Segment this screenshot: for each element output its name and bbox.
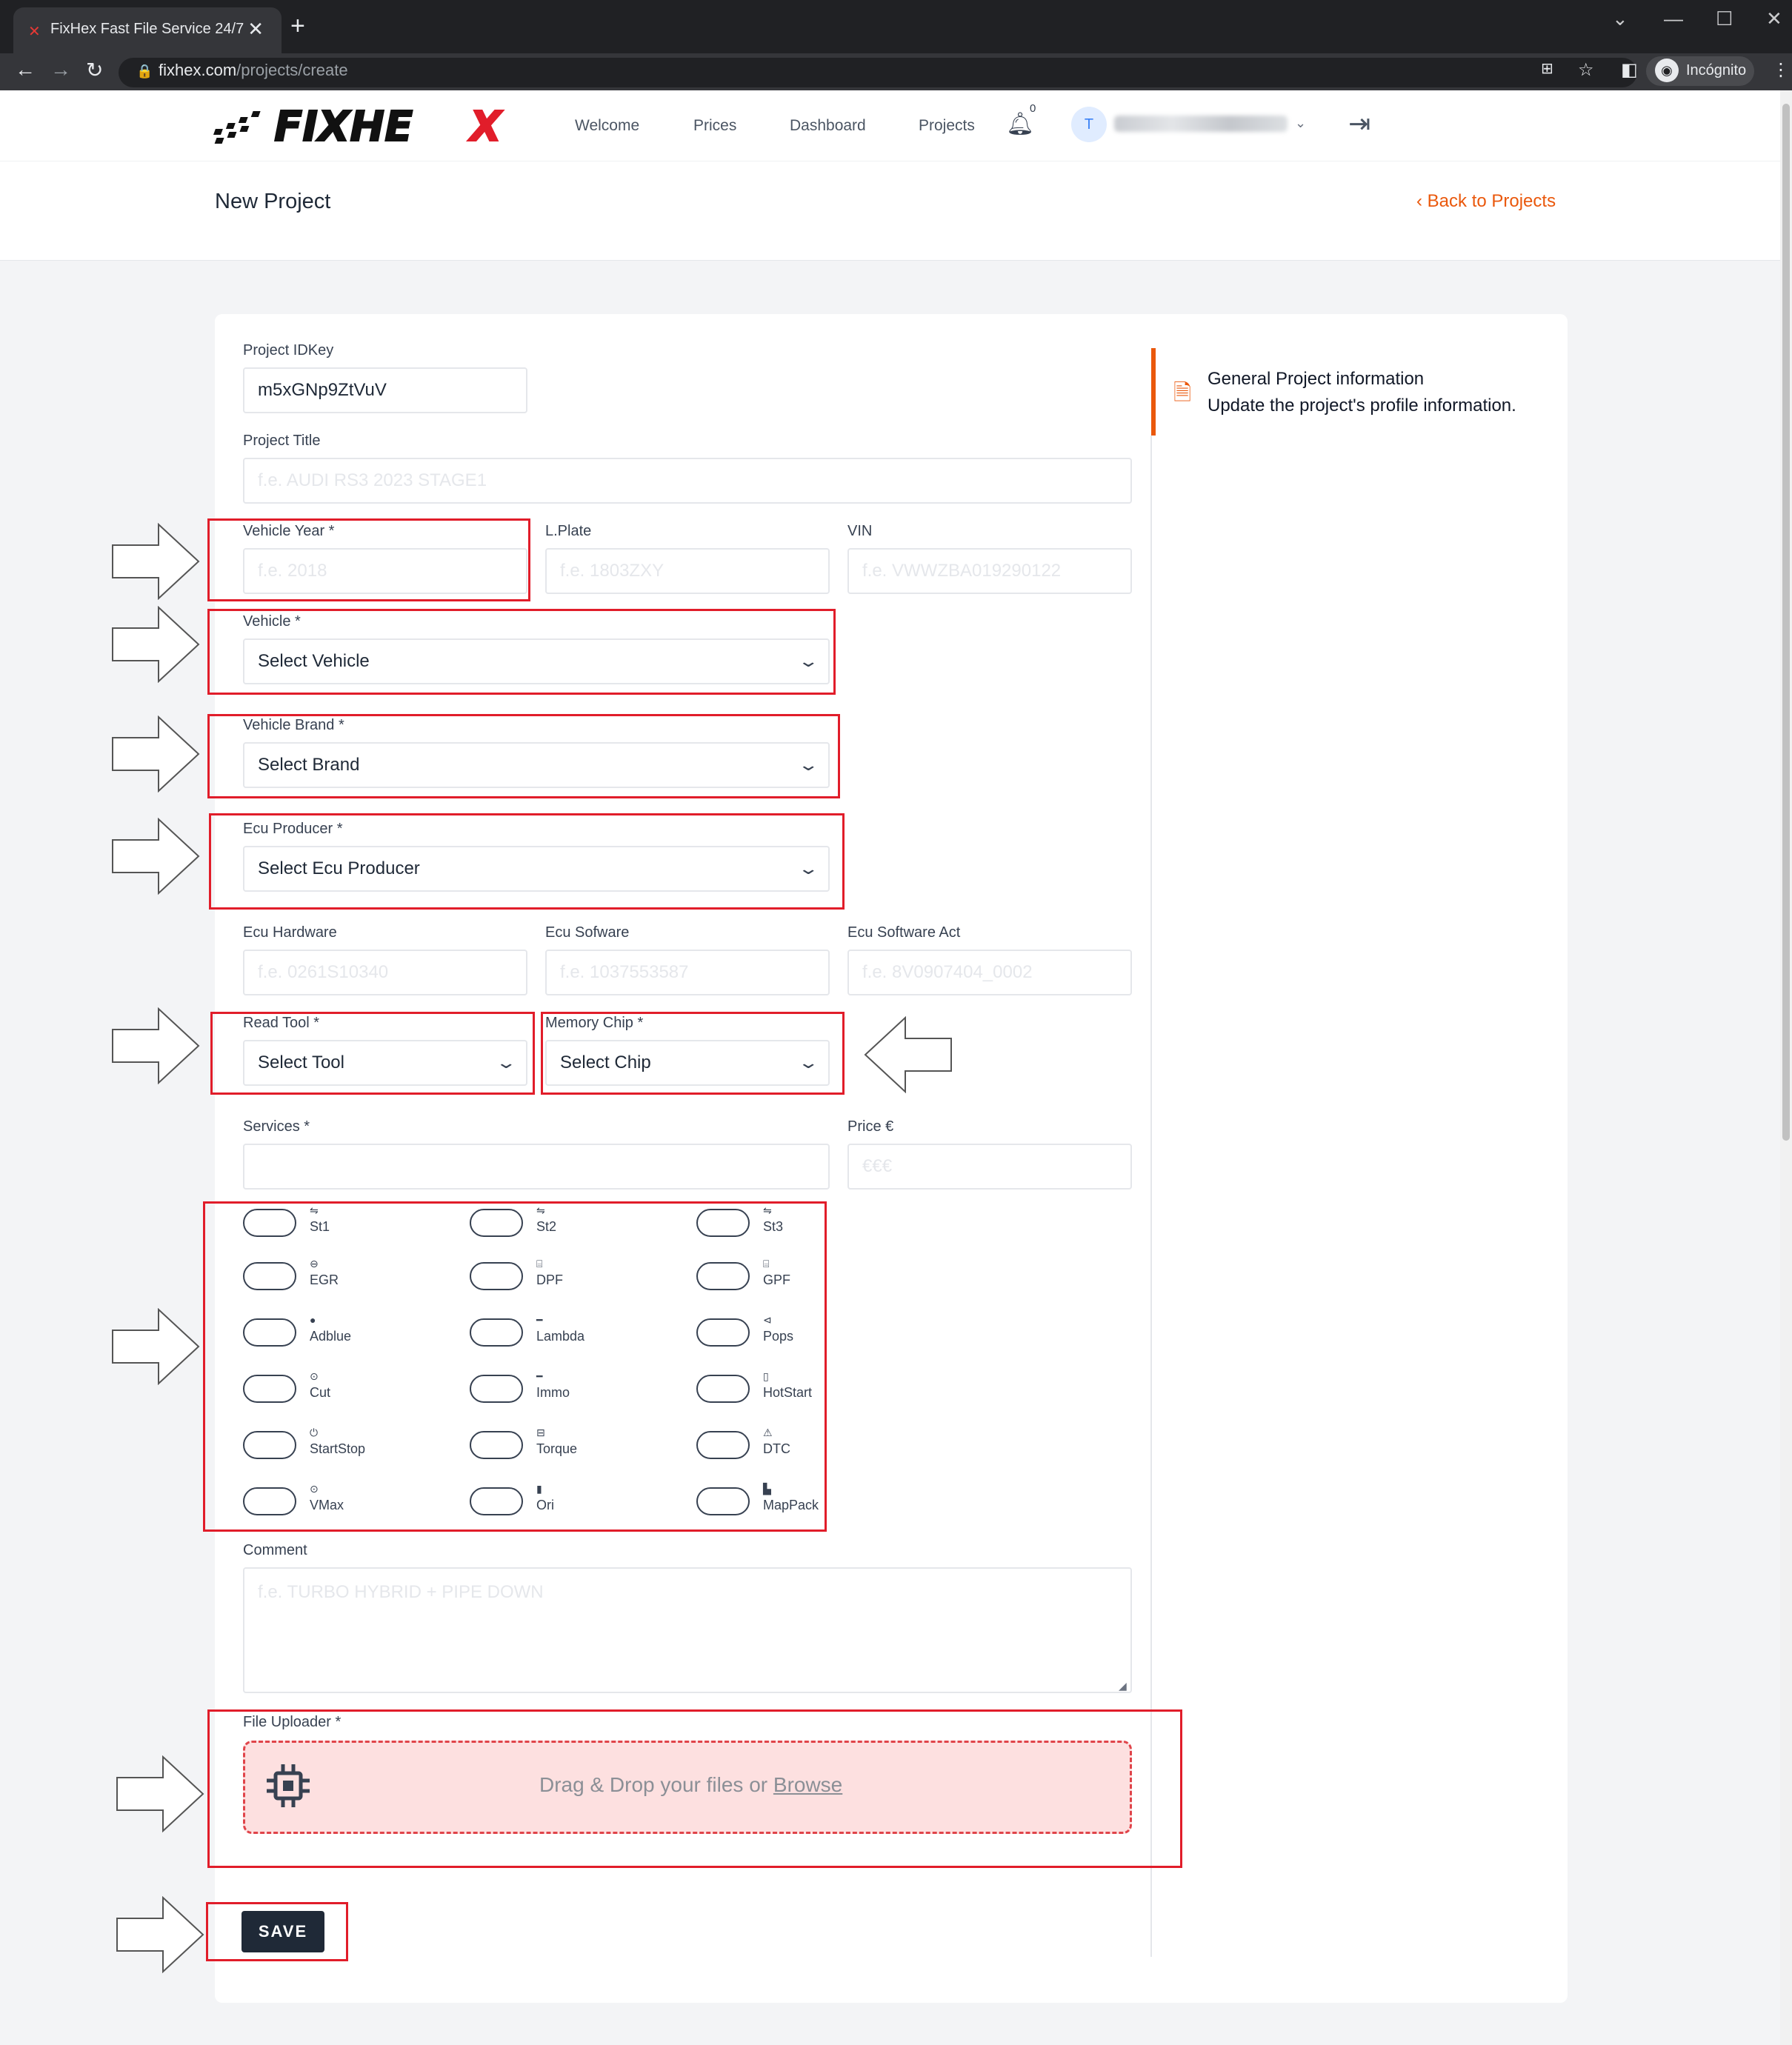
- svg-text:X: X: [467, 103, 504, 147]
- plate-input[interactable]: f.e. 1803ZXY: [545, 548, 830, 594]
- annotation-box-vehicle-year: [207, 518, 530, 601]
- star-icon[interactable]: ☆: [1578, 59, 1594, 81]
- annotation-box-vehicle: [207, 609, 836, 695]
- annotation-box-services: [203, 1201, 827, 1532]
- reload-icon[interactable]: ↻: [86, 58, 103, 82]
- project-idkey-input[interactable]: m5xGNp9ZtVuV: [243, 367, 527, 413]
- arrow-right-icon: [112, 1007, 200, 1084]
- ecu-software-act-input[interactable]: f.e. 8V0907404_0002: [847, 950, 1132, 995]
- arrow-right-icon: [112, 523, 200, 600]
- document-icon: 🗎: [1173, 381, 1192, 405]
- sidebar-title: General Project information: [1208, 369, 1425, 389]
- annotation-box-read-tool: [210, 1012, 535, 1095]
- back-arrow-icon[interactable]: ←: [15, 58, 36, 81]
- arrow-right-icon: [116, 1755, 204, 1832]
- annotation-box-memory-chip: [541, 1012, 845, 1095]
- tab-close-icon[interactable]: ✕: [247, 18, 264, 41]
- arrow-right-icon: [112, 818, 200, 895]
- project-idkey-label: Project IDKey: [243, 342, 334, 358]
- project-title-placeholder: f.e. AUDI RS3 2023 STAGE1: [258, 470, 487, 490]
- price-input[interactable]: €€€: [847, 1144, 1132, 1190]
- url-text[interactable]: fixhex.com/projects/create: [159, 61, 348, 80]
- avatar[interactable]: T: [1071, 107, 1107, 142]
- translate-icon[interactable]: ⊞: [1541, 59, 1553, 78]
- ecu-software-placeholder: f.e. 1037553587: [560, 962, 689, 982]
- chevron-down-icon[interactable]: ⌄: [1295, 116, 1306, 131]
- sidebar-description: Update the project's profile information…: [1208, 396, 1516, 416]
- ecu-software-act-label: Ecu Software Act: [847, 924, 961, 941]
- page-title: New Project: [215, 190, 331, 213]
- forward-arrow-icon[interactable]: →: [50, 58, 71, 81]
- vin-placeholder: f.e. VWWZBA019290122: [862, 561, 1062, 581]
- logout-icon[interactable]: ⇥: [1348, 108, 1370, 139]
- sidebar-icon[interactable]: ◧: [1621, 59, 1638, 81]
- ecu-software-label: Ecu Sofware: [545, 924, 630, 941]
- plate-label: L.Plate: [545, 523, 592, 539]
- menu-icon[interactable]: ⋮: [1772, 59, 1790, 81]
- plate-placeholder: f.e. 1803ZXY: [560, 561, 664, 581]
- comment-placeholder: f.e. TURBO HYBRID + PIPE DOWN: [258, 1582, 544, 1602]
- nav-prices[interactable]: Prices: [693, 117, 736, 135]
- back-to-projects-link[interactable]: ‹ Back to Projects: [1416, 191, 1556, 212]
- bell-icon[interactable]: 🔔︎: [1006, 111, 1034, 137]
- comment-label: Comment: [243, 1542, 307, 1558]
- annotation-box-ecu-producer: [209, 813, 845, 910]
- tab-title: FixHex Fast File Service 24/7: [50, 21, 244, 37]
- sidebar-accent-bar: [1151, 348, 1156, 436]
- incognito-icon: ◉: [1655, 59, 1679, 82]
- ecu-software-input[interactable]: f.e. 1037553587: [545, 950, 830, 995]
- annotation-box-brand: [207, 714, 840, 798]
- ecu-hardware-placeholder: f.e. 0261S10340: [258, 962, 389, 982]
- comment-textarea[interactable]: f.e. TURBO HYBRID + PIPE DOWN: [243, 1567, 1132, 1693]
- arrow-right-icon: [112, 1308, 200, 1385]
- project-title-input[interactable]: f.e. AUDI RS3 2023 STAGE1: [243, 458, 1132, 504]
- nav-projects[interactable]: Projects: [919, 117, 975, 135]
- price-label: Price €: [847, 1118, 894, 1135]
- nav-dashboard[interactable]: Dashboard: [790, 117, 866, 135]
- window-close-icon[interactable]: ✕: [1766, 7, 1782, 30]
- user-email-redacted[interactable]: [1114, 116, 1288, 132]
- vin-label: VIN: [847, 523, 873, 539]
- back-label: Back to Projects: [1427, 191, 1556, 211]
- project-idkey-value: m5xGNp9ZtVuV: [258, 380, 387, 400]
- url-host: fixhex.com: [159, 61, 237, 79]
- notification-count: 0: [1030, 102, 1036, 115]
- lock-icon[interactable]: 🔒: [136, 64, 153, 79]
- arrow-right-icon: [116, 1896, 204, 1973]
- arrow-right-icon: [112, 715, 200, 793]
- services-input[interactable]: [243, 1144, 830, 1190]
- url-path: /projects/create: [236, 61, 348, 79]
- project-title-label: Project Title: [243, 433, 321, 449]
- chevron-left-icon: ‹: [1416, 191, 1428, 211]
- scrollbar-thumb[interactable]: [1782, 104, 1790, 1141]
- new-tab-button[interactable]: +: [290, 13, 305, 39]
- resize-handle-icon[interactable]: ◢: [1119, 1680, 1127, 1692]
- maximize-icon[interactable]: ☐: [1716, 7, 1733, 30]
- fixhex-logo[interactable]: FIXHE X: [213, 102, 526, 147]
- minimize-icon[interactable]: —: [1664, 7, 1683, 30]
- annotation-box-uploader: [207, 1709, 1182, 1868]
- vin-input[interactable]: f.e. VWWZBA019290122: [847, 548, 1132, 594]
- favicon-icon: ✕: [28, 24, 41, 40]
- services-label: Services *: [243, 1118, 310, 1135]
- tab-search-icon[interactable]: ⌄: [1612, 7, 1628, 30]
- annotation-box-save: [206, 1902, 348, 1961]
- nav-welcome[interactable]: Welcome: [575, 117, 639, 135]
- arrow-right-icon: [112, 606, 200, 683]
- svg-text:FIXHE: FIXHE: [274, 103, 413, 147]
- ecu-hardware-label: Ecu Hardware: [243, 924, 337, 941]
- price-placeholder: €€€: [862, 1156, 893, 1176]
- ecu-software-act-placeholder: f.e. 8V0907404_0002: [862, 962, 1033, 982]
- profile-label: Incógnito: [1686, 62, 1747, 79]
- ecu-hardware-input[interactable]: f.e. 0261S10340: [243, 950, 527, 995]
- browser-tab[interactable]: ✕ FixHex Fast File Service 24/7 ✕: [13, 7, 282, 53]
- arrow-left-icon: [864, 1016, 952, 1093]
